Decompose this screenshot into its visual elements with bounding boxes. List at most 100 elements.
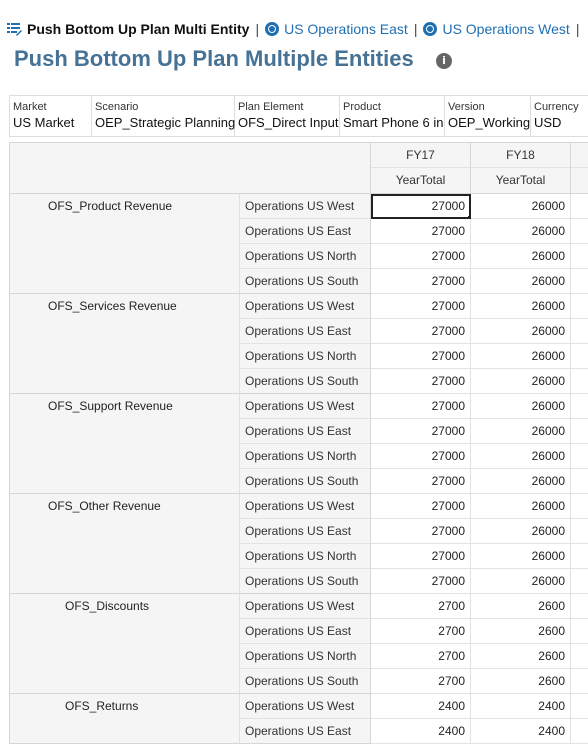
account-label[interactable]: OFS_Support Revenue bbox=[48, 399, 173, 413]
entity-label[interactable]: Operations US South bbox=[240, 669, 371, 694]
data-cell-fy17[interactable]: 27000 bbox=[371, 519, 471, 544]
data-cell-next[interactable] bbox=[571, 219, 588, 244]
data-cell-fy18[interactable]: 26000 bbox=[471, 519, 571, 544]
data-cell-next[interactable] bbox=[571, 569, 588, 594]
account-label[interactable]: OFS_Product Revenue bbox=[48, 199, 172, 213]
data-cell-fy17[interactable]: 27000 bbox=[371, 244, 471, 269]
data-cell-fy18[interactable]: 26000 bbox=[471, 344, 571, 369]
data-cell-fy17[interactable]: 27000 bbox=[371, 194, 472, 220]
entity-label[interactable]: Operations US North bbox=[240, 344, 371, 369]
data-cell-fy17[interactable]: 2400 bbox=[371, 719, 471, 744]
data-cell-next[interactable] bbox=[571, 669, 588, 694]
data-cell-fy17[interactable]: 2700 bbox=[371, 669, 471, 694]
data-cell-fy18[interactable]: 2600 bbox=[471, 619, 571, 644]
breadcrumb-link-us-operations-west[interactable]: US Operations West bbox=[442, 21, 569, 37]
data-cell-next[interactable] bbox=[571, 244, 588, 269]
entity-label[interactable]: Operations US West bbox=[240, 194, 371, 219]
data-cell-next[interactable] bbox=[571, 294, 588, 319]
data-cell-fy18[interactable]: 26000 bbox=[471, 569, 571, 594]
entity-label[interactable]: Operations US East bbox=[240, 419, 371, 444]
entity-label[interactable]: Operations US North bbox=[240, 444, 371, 469]
info-icon[interactable]: i bbox=[436, 53, 452, 69]
entity-label[interactable]: Operations US West bbox=[240, 294, 371, 319]
entity-label[interactable]: Operations US East bbox=[240, 319, 371, 344]
data-cell-fy17[interactable]: 2700 bbox=[371, 619, 471, 644]
data-cell-fy17[interactable]: 27000 bbox=[371, 469, 471, 494]
data-cell-fy17[interactable]: 27000 bbox=[371, 369, 471, 394]
account-label[interactable]: OFS_Returns bbox=[65, 699, 138, 713]
entity-label[interactable]: Operations US North bbox=[240, 544, 371, 569]
data-cell-next[interactable] bbox=[571, 719, 588, 744]
entity-label[interactable]: Operations US East bbox=[240, 619, 371, 644]
data-cell-fy18[interactable]: 26000 bbox=[471, 219, 571, 244]
data-cell-next[interactable] bbox=[571, 444, 588, 469]
account-label[interactable]: OFS_Services Revenue bbox=[48, 299, 177, 313]
data-cell-next[interactable] bbox=[571, 494, 588, 519]
data-cell-fy18[interactable]: 26000 bbox=[471, 369, 571, 394]
data-cell-fy18[interactable]: 2400 bbox=[471, 719, 571, 744]
data-cell-next[interactable] bbox=[571, 544, 588, 569]
data-cell-next[interactable] bbox=[571, 319, 588, 344]
data-cell-fy17[interactable]: 27000 bbox=[371, 394, 471, 419]
data-cell-next[interactable] bbox=[571, 369, 588, 394]
data-cell-fy18[interactable]: 26000 bbox=[471, 394, 571, 419]
data-cell-fy18[interactable]: 2600 bbox=[471, 644, 571, 669]
data-cell-fy17[interactable]: 27000 bbox=[371, 344, 471, 369]
column-header-fy18[interactable]: FY18 bbox=[471, 143, 571, 168]
pov-scenario[interactable]: Scenario OEP_Strategic Planning bbox=[92, 96, 235, 136]
entity-label[interactable]: Operations US North bbox=[240, 244, 371, 269]
column-header-yeartotal[interactable]: YearTotal bbox=[371, 168, 471, 194]
data-cell-fy18[interactable]: 2600 bbox=[471, 594, 571, 619]
entity-label[interactable]: Operations US West bbox=[240, 494, 371, 519]
pov-currency[interactable]: Currency USD bbox=[531, 96, 588, 136]
column-header-fy17[interactable]: FY17 bbox=[371, 143, 471, 168]
data-cell-fy17[interactable]: 27000 bbox=[371, 269, 471, 294]
data-cell-fy18[interactable]: 26000 bbox=[471, 194, 571, 219]
pov-plan-element[interactable]: Plan Element OFS_Direct Input bbox=[235, 96, 340, 136]
data-cell-fy18[interactable]: 26000 bbox=[471, 319, 571, 344]
pov-market[interactable]: Market US Market bbox=[10, 96, 92, 136]
data-cell-fy17[interactable]: 27000 bbox=[371, 294, 471, 319]
data-cell-fy17[interactable]: 27000 bbox=[371, 544, 471, 569]
entity-label[interactable]: Operations US South bbox=[240, 369, 371, 394]
data-cell-fy18[interactable]: 26000 bbox=[471, 494, 571, 519]
entity-label[interactable]: Operations US East bbox=[240, 219, 371, 244]
entity-label[interactable]: Operations US West bbox=[240, 694, 371, 719]
data-cell-fy18[interactable]: 2600 bbox=[471, 669, 571, 694]
pov-version[interactable]: Version OEP_Working bbox=[445, 96, 531, 136]
entity-label[interactable]: Operations US South bbox=[240, 569, 371, 594]
data-cell-fy17[interactable]: 27000 bbox=[371, 319, 471, 344]
data-cell-fy17[interactable]: 27000 bbox=[371, 419, 471, 444]
data-cell-fy17[interactable]: 27000 bbox=[371, 219, 471, 244]
data-cell-fy18[interactable]: 2400 bbox=[471, 694, 571, 719]
data-cell-fy17[interactable]: 2700 bbox=[371, 644, 471, 669]
account-label[interactable]: OFS_Discounts bbox=[65, 599, 149, 613]
entity-label[interactable]: Operations US East bbox=[240, 519, 371, 544]
data-cell-next[interactable] bbox=[571, 594, 588, 619]
data-cell-fy17[interactable]: 2400 bbox=[371, 694, 471, 719]
data-cell-fy18[interactable]: 26000 bbox=[471, 469, 571, 494]
data-cell-fy18[interactable]: 26000 bbox=[471, 244, 571, 269]
data-cell-fy17[interactable]: 27000 bbox=[371, 444, 471, 469]
entity-label[interactable]: Operations US North bbox=[240, 644, 371, 669]
entity-label[interactable]: Operations US West bbox=[240, 594, 371, 619]
data-cell-next[interactable] bbox=[571, 394, 588, 419]
data-cell-next[interactable] bbox=[571, 269, 588, 294]
column-header-yeartotal[interactable]: YearTotal bbox=[471, 168, 571, 194]
data-cell-next[interactable] bbox=[571, 344, 588, 369]
data-cell-fy18[interactable]: 26000 bbox=[471, 419, 571, 444]
data-cell-next[interactable] bbox=[571, 519, 588, 544]
entity-label[interactable]: Operations US South bbox=[240, 269, 371, 294]
data-cell-next[interactable] bbox=[571, 194, 588, 219]
data-cell-next[interactable] bbox=[571, 694, 588, 719]
entity-label[interactable]: Operations US East bbox=[240, 719, 371, 744]
data-cell-fy18[interactable]: 26000 bbox=[471, 544, 571, 569]
data-cell-fy17[interactable]: 27000 bbox=[371, 494, 471, 519]
data-cell-fy17[interactable]: 27000 bbox=[371, 569, 471, 594]
data-cell-next[interactable] bbox=[571, 469, 588, 494]
pov-product[interactable]: Product Smart Phone 6 in bbox=[340, 96, 445, 136]
data-cell-fy18[interactable]: 26000 bbox=[471, 444, 571, 469]
account-label[interactable]: OFS_Other Revenue bbox=[48, 499, 161, 513]
breadcrumb-link-us-operations-east[interactable]: US Operations East bbox=[284, 21, 408, 37]
data-cell-fy18[interactable]: 26000 bbox=[471, 294, 571, 319]
